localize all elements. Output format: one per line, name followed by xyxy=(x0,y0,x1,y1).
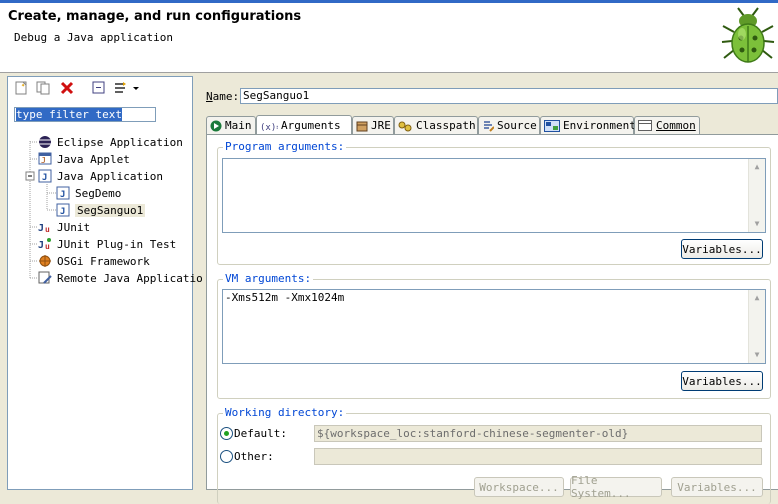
tree-item-segsanguo1[interactable]: J SegSanguo1 xyxy=(56,202,146,218)
dialog-title: Create, manage, and run configurations xyxy=(8,9,302,24)
other-radio[interactable] xyxy=(220,450,233,463)
common-tab-icon xyxy=(638,119,653,132)
program-arguments-scrollbar[interactable]: ▲ ▼ xyxy=(748,159,765,232)
dialog-subtitle: Debug a Java application xyxy=(14,31,173,44)
working-directory-label: Working directory: xyxy=(223,406,347,419)
applet-icon: J xyxy=(38,152,52,166)
tree-item-junit[interactable]: Ju JUnit xyxy=(38,219,90,235)
arguments-panel: Program arguments: ▲ ▼ Variables... VM a… xyxy=(206,134,778,504)
tab-main[interactable]: Main xyxy=(206,116,256,134)
file-system-button[interactable]: File System... xyxy=(570,474,662,500)
other-radio-label: Other: xyxy=(234,450,274,463)
tab-environment[interactable]: Environment xyxy=(540,116,636,134)
tab-common[interactable]: Common xyxy=(634,116,700,134)
remote-java-icon xyxy=(38,271,52,285)
java-file-icon: J xyxy=(56,186,70,200)
name-label: Name: xyxy=(206,90,240,103)
program-arguments-label: Program arguments: xyxy=(223,140,347,153)
tree-item-remote-java-application[interactable]: Remote Java Applicatio xyxy=(38,270,203,286)
program-variables-button[interactable]: Variables... xyxy=(681,239,763,259)
tree-item-junit-plugin-test[interactable]: Ju JUnit Plug-in Test xyxy=(38,236,176,252)
osgi-icon xyxy=(38,254,52,268)
tree-item-segdemo[interactable]: J SegDemo xyxy=(56,185,121,201)
environment-tab-icon xyxy=(544,119,560,132)
program-arguments-group: Program arguments: ▲ ▼ Variables... xyxy=(217,140,771,265)
vm-arguments-group: VM arguments: -Xms512m -Xmx1024m ▲ ▼ Var… xyxy=(217,272,771,399)
debug-bug-icon xyxy=(721,7,775,63)
svg-text:(x)=: (x)= xyxy=(260,123,278,132)
classpath-tab-icon xyxy=(398,120,413,132)
svg-text:J: J xyxy=(60,207,65,217)
tab-source[interactable]: Source xyxy=(478,116,540,134)
java-app-icon: J xyxy=(38,169,52,183)
default-directory-field: ${workspace_loc:stanford-chinese-segment… xyxy=(314,425,762,442)
main-tab-icon xyxy=(210,120,222,132)
scroll-down-icon[interactable]: ▼ xyxy=(750,217,764,231)
scroll-down-icon[interactable]: ▼ xyxy=(750,348,764,362)
java-file-icon: J xyxy=(56,203,70,217)
configuration-tree-pane: ✦ type filter text Eclipse Application J… xyxy=(7,76,203,490)
svg-text:J: J xyxy=(41,156,46,165)
svg-text:J: J xyxy=(60,190,65,200)
name-field[interactable]: SegSanguo1 xyxy=(240,88,778,104)
program-arguments-textarea[interactable]: ▲ ▼ xyxy=(222,158,766,233)
workspace-button[interactable]: Workspace... xyxy=(474,477,564,497)
junit-icon: Ju xyxy=(38,220,52,234)
source-tab-icon xyxy=(482,120,495,132)
title-accent-line xyxy=(0,0,778,3)
scroll-up-icon[interactable]: ▲ xyxy=(750,291,764,305)
svg-text:J: J xyxy=(42,173,47,183)
vm-variables-button[interactable]: Variables... xyxy=(681,371,763,391)
jre-tab-icon xyxy=(356,120,368,132)
default-radio-label: Default: xyxy=(234,427,287,440)
tree-item-java-application[interactable]: J Java Application xyxy=(38,168,163,184)
working-directory-variables-button[interactable]: Variables... xyxy=(671,477,763,497)
tree-item-osgi-framework[interactable]: OSGi Framework xyxy=(38,253,150,269)
svg-text:u: u xyxy=(45,225,50,234)
tree-item-java-applet[interactable]: J Java Applet xyxy=(38,151,130,167)
other-directory-field xyxy=(314,448,762,465)
scroll-up-icon[interactable]: ▲ xyxy=(750,160,764,174)
working-directory-group: Working directory: Default: ${workspace_… xyxy=(217,406,771,504)
tree-item-eclipse-application[interactable]: Eclipse Application xyxy=(38,134,183,150)
tab-arguments[interactable]: (x)= Arguments xyxy=(256,115,352,135)
svg-text:J: J xyxy=(38,223,44,234)
vm-arguments-textarea[interactable]: -Xms512m -Xmx1024m ▲ ▼ xyxy=(222,289,766,364)
eclipse-icon xyxy=(38,135,52,149)
default-radio[interactable] xyxy=(220,427,233,440)
dialog-header: Create, manage, and run configurations D… xyxy=(0,0,778,73)
vm-arguments-scrollbar[interactable]: ▲ ▼ xyxy=(748,290,765,363)
svg-text:J: J xyxy=(38,240,44,251)
svg-text:u: u xyxy=(45,242,50,251)
tab-classpath[interactable]: Classpath xyxy=(394,116,478,134)
tab-jre[interactable]: JRE xyxy=(352,116,394,134)
arguments-tab-icon: (x)= xyxy=(260,120,282,133)
configuration-editor: Name: SegSanguo1 Main (x)= Arguments JRE… xyxy=(196,76,778,504)
junit-plugin-icon: Ju xyxy=(38,237,52,251)
vm-arguments-label: VM arguments: xyxy=(223,272,314,285)
